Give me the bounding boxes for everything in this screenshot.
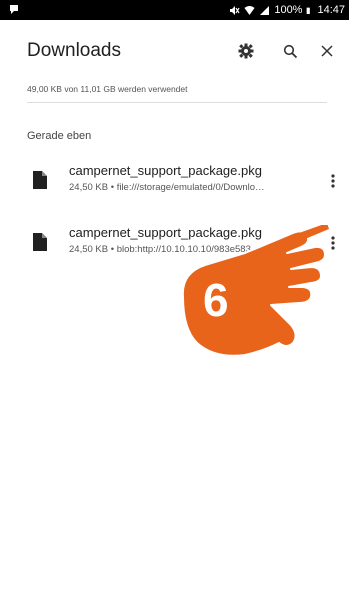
status-bar: 100% 14:47 xyxy=(0,0,349,20)
download-item[interactable]: campernet_support_package.pkg 24,50 KB •… xyxy=(0,160,349,204)
more-options-button[interactable] xyxy=(325,168,341,194)
section-header: Gerade eben xyxy=(27,130,92,142)
battery-percent: 100% xyxy=(274,4,303,16)
clock: 14:47 xyxy=(317,4,345,16)
download-file-name: campernet_support_package.pkg xyxy=(69,163,262,178)
file-icon xyxy=(33,233,47,251)
file-icon xyxy=(33,171,47,189)
search-button[interactable] xyxy=(276,37,304,65)
more-options-button[interactable] xyxy=(325,230,341,256)
step-number: 6 xyxy=(203,274,229,326)
download-file-name: campernet_support_package.pkg xyxy=(69,225,262,240)
download-file-meta: 24,50 KB • blob:http://10.10.10.10/983e5… xyxy=(69,244,251,255)
gear-icon xyxy=(238,43,254,59)
close-icon xyxy=(321,45,333,57)
page-title: Downloads xyxy=(27,40,121,61)
more-vert-icon xyxy=(331,236,335,250)
app-bar: Downloads xyxy=(0,20,349,78)
battery-icon xyxy=(307,7,311,14)
storage-usage: 49,00 KB von 11,01 GB werden verwendet xyxy=(27,84,188,94)
mute-icon xyxy=(230,5,240,15)
settings-button[interactable] xyxy=(232,37,260,65)
more-vert-icon xyxy=(331,174,335,188)
divider xyxy=(27,102,327,103)
notification-icon xyxy=(10,5,18,14)
wifi-icon xyxy=(244,5,255,15)
close-button[interactable] xyxy=(313,37,341,65)
signal-icon xyxy=(260,5,270,15)
download-item[interactable]: campernet_support_package.pkg 24,50 KB •… xyxy=(0,222,349,266)
download-file-meta: 24,50 KB • file:///storage/emulated/0/Do… xyxy=(69,182,265,193)
search-icon xyxy=(283,44,297,58)
